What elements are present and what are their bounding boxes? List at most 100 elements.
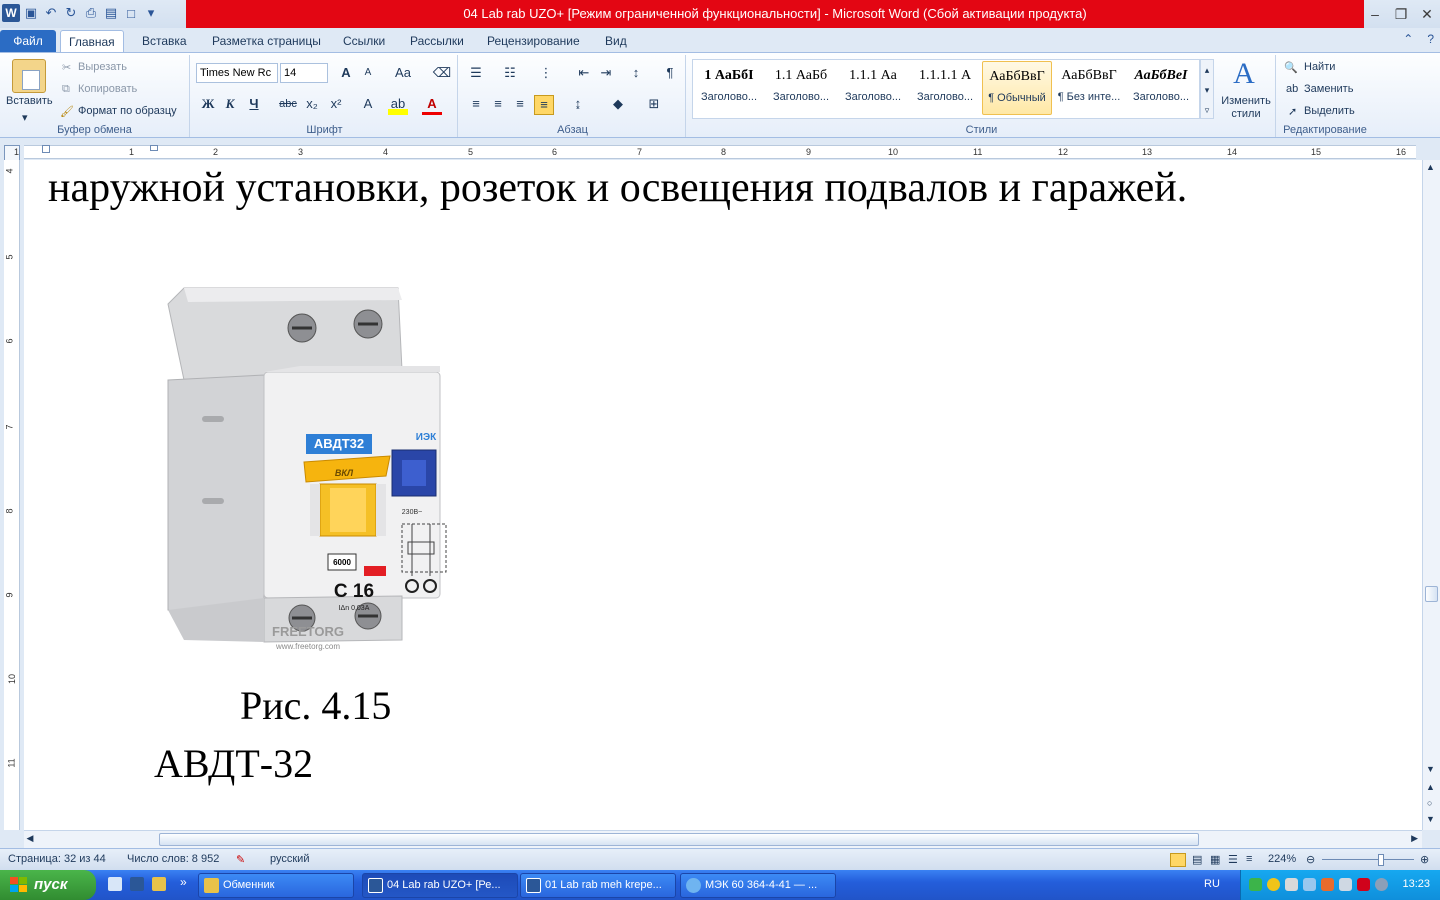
format-painter-button[interactable]: Формат по образцу — [78, 105, 177, 117]
subscript-button[interactable]: x₂ — [302, 95, 322, 115]
grow-font-icon[interactable]: A — [336, 64, 356, 84]
align-right-icon[interactable]: ≡ — [510, 95, 530, 115]
strikethrough-button[interactable]: abc — [276, 95, 300, 115]
style-heading-1[interactable]: 1 АаБбI Заголово... — [694, 61, 764, 115]
tray-help-icon[interactable] — [1267, 878, 1280, 891]
tab-view[interactable]: Вид — [597, 30, 635, 52]
underline-button[interactable]: Ч — [244, 95, 264, 115]
copy-button[interactable]: Копировать — [78, 83, 137, 95]
print-icon[interactable]: ⎙ — [82, 4, 100, 22]
page-indicator[interactable]: Страница: 32 из 44 — [8, 853, 106, 865]
quicklaunch-more-icon[interactable]: » — [180, 875, 187, 889]
zoom-slider-thumb[interactable] — [1378, 854, 1384, 866]
new-document-icon[interactable]: □ — [122, 4, 140, 22]
paste-button[interactable]: Вставить — [6, 95, 53, 107]
tray-network-icon[interactable] — [1249, 878, 1262, 891]
tray-antivirus-icon[interactable] — [1357, 878, 1370, 891]
tab-page-layout[interactable]: Разметка страницы — [204, 30, 329, 52]
clock[interactable]: 13:23 — [1402, 878, 1430, 890]
vertical-scroll-thumb[interactable] — [1425, 586, 1438, 602]
print-preview-icon[interactable]: ▤ — [102, 4, 120, 22]
select-browse-object-icon[interactable]: ○ — [1427, 798, 1432, 808]
tab-home[interactable]: Главная — [60, 30, 124, 52]
bold-button[interactable]: Ж — [198, 95, 218, 115]
tab-file[interactable]: Файл — [0, 30, 56, 52]
draft-view-icon[interactable]: ≡ — [1246, 853, 1252, 865]
italic-button[interactable]: К — [220, 95, 240, 115]
select-button[interactable]: Выделить — [1304, 105, 1355, 117]
quicklaunch-word-icon[interactable] — [130, 877, 144, 891]
copy-icon[interactable]: ⧉ — [62, 83, 70, 96]
zoom-level[interactable]: 224% — [1268, 853, 1296, 865]
horizontal-scroll-thumb[interactable] — [159, 833, 1199, 846]
style-heading-alt[interactable]: АаБбВеI Заголово... — [1126, 61, 1196, 115]
tab-mailings[interactable]: Рассылки — [402, 30, 472, 52]
redo-icon[interactable]: ↻ — [62, 4, 80, 22]
highlight-icon[interactable]: ab — [388, 95, 408, 115]
numbering-icon[interactable]: ☷ — [500, 64, 520, 84]
quicklaunch-app-icon[interactable] — [152, 877, 166, 891]
zoom-in-icon[interactable]: ⊕ — [1420, 853, 1429, 866]
increase-indent-icon[interactable]: ⇥ — [596, 64, 616, 84]
font-name-combo[interactable]: Times New Rc — [196, 63, 278, 83]
align-center-icon[interactable]: ≡ — [488, 95, 508, 115]
horizontal-ruler[interactable]: 1 1 2 3 4 5 6 7 8 9 10 11 12 13 14 15 16 — [14, 145, 1416, 159]
spelling-status-icon[interactable]: ✎ — [236, 853, 245, 866]
paste-dropdown-icon[interactable]: ▾ — [22, 111, 28, 124]
scroll-right-icon[interactable]: ▶ — [1411, 833, 1418, 844]
text-effects-icon[interactable]: A — [358, 95, 378, 115]
line-spacing-icon[interactable]: ↨ — [568, 95, 588, 115]
cut-icon[interactable]: ✂ — [62, 61, 71, 74]
style-normal[interactable]: АаБбВвГ ¶ Обычный — [982, 61, 1052, 115]
next-page-icon[interactable]: ▼ — [1426, 814, 1435, 824]
style-heading-2[interactable]: 1.1 АаБб Заголово... — [766, 61, 836, 115]
font-color-icon[interactable]: A — [422, 95, 442, 115]
change-case-icon[interactable]: Aa — [390, 64, 416, 84]
vertical-ruler[interactable]: 4 5 6 7 8 9 10 11 — [4, 160, 20, 830]
customize-qat-icon[interactable]: ▾ — [142, 4, 160, 22]
taskbar-item[interactable]: 01 Lab rab meh krepe... — [520, 873, 676, 898]
scroll-left-icon[interactable]: ◀ — [24, 833, 36, 844]
save-icon[interactable]: ▣ — [22, 4, 40, 22]
zoom-out-icon[interactable]: ⊖ — [1306, 853, 1315, 866]
align-left-icon[interactable]: ≡ — [466, 95, 486, 115]
show-marks-icon[interactable]: ¶ — [660, 64, 680, 84]
help-icon[interactable]: ? — [1427, 32, 1434, 46]
minimize-icon[interactable]: – — [1362, 0, 1388, 28]
first-line-indent-marker[interactable] — [42, 145, 50, 153]
style-heading-4[interactable]: 1.1.1.1 А Заголово... — [910, 61, 980, 115]
scroll-down-icon[interactable]: ▼ — [1426, 764, 1435, 774]
minimize-ribbon-icon[interactable]: ⌃ — [1403, 32, 1413, 46]
vertical-scrollbar[interactable]: ▲ ▼ ▲ ○ ▼ — [1422, 160, 1440, 830]
find-button[interactable]: Найти — [1304, 61, 1335, 73]
tab-insert[interactable]: Вставка — [134, 30, 195, 52]
tray-volume-icon[interactable] — [1339, 878, 1352, 891]
tab-stop-marker[interactable] — [150, 145, 158, 151]
cut-button[interactable]: Вырезать — [78, 61, 127, 73]
tab-references[interactable]: Ссылки — [335, 30, 393, 52]
start-button[interactable]: пуск — [0, 870, 96, 900]
horizontal-scrollbar[interactable]: ◀ ▶ — [24, 830, 1422, 848]
font-size-combo[interactable]: 14 — [280, 63, 328, 83]
replace-button[interactable]: Заменить — [1304, 83, 1353, 95]
quicklaunch-icon[interactable] — [108, 877, 122, 891]
document-page[interactable]: наружной установки, розеток и освещения … — [24, 160, 1422, 830]
taskbar-item[interactable]: МЭК 60 364-4-41 — ... — [680, 873, 836, 898]
find-icon[interactable]: 🔍 — [1284, 61, 1298, 74]
styles-scroll[interactable]: ▴ ▾ ▿ — [1200, 59, 1214, 119]
restore-icon[interactable]: ❐ — [1388, 0, 1414, 28]
tray-app-icon[interactable] — [1303, 878, 1316, 891]
taskbar-item[interactable]: Обменник — [198, 873, 354, 898]
language-indicator[interactable]: русский — [270, 853, 309, 865]
bullets-icon[interactable]: ☰ — [466, 64, 486, 84]
style-heading-3[interactable]: 1.1.1 Аа Заголово... — [838, 61, 908, 115]
paste-icon[interactable] — [12, 59, 46, 93]
taskbar-item-active[interactable]: 04 Lab rab UZO+ [Ре... — [362, 873, 518, 898]
replace-icon[interactable]: ab — [1286, 83, 1298, 95]
tray-device-icon[interactable] — [1285, 878, 1298, 891]
format-painter-icon[interactable]: 🖌 — [60, 105, 74, 118]
print-layout-view-icon[interactable] — [1170, 853, 1186, 867]
sort-icon[interactable]: ↕ — [626, 64, 646, 84]
multilevel-list-icon[interactable]: ⋮ — [536, 64, 556, 84]
clear-formatting-icon[interactable]: ⌫ — [432, 64, 452, 84]
